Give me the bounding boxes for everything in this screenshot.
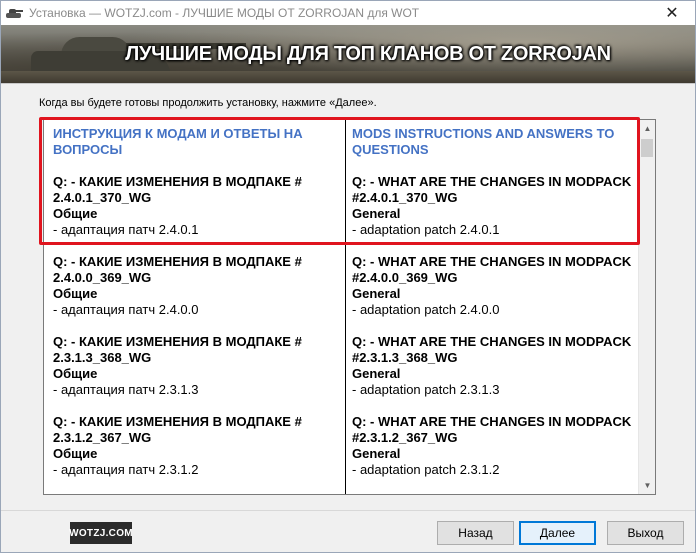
highlight-frame xyxy=(39,117,640,245)
list-item: Q: - WHAT ARE THE CHANGES IN MODPACK #2.… xyxy=(352,414,640,478)
footer-divider xyxy=(1,510,695,511)
category: Общие xyxy=(53,286,98,301)
installer-window: Установка — WOTZJ.com - ЛУЧШИЕ МОДЫ ОТ Z… xyxy=(0,0,696,553)
tank-icon xyxy=(5,6,23,20)
title-bar[interactable]: Установка — WOTZJ.com - ЛУЧШИЕ МОДЫ ОТ Z… xyxy=(1,1,695,25)
change-note: - adaptation patch 2.4.0.0 xyxy=(352,302,500,317)
chevron-down-icon[interactable]: ▼ xyxy=(639,477,655,494)
question: Q: - WHAT ARE THE CHANGES IN MODPACK #2.… xyxy=(352,254,632,285)
header-divider xyxy=(1,83,695,84)
change-note: - adaptation patch 2.3.1.3 xyxy=(352,382,500,397)
change-note: - адаптация патч 2.4.0.0 xyxy=(53,302,199,317)
header-banner: ЛУЧШИЕ МОДЫ ДЛЯ ТОП КЛАНОВ ОТ ZORROJAN xyxy=(1,25,695,83)
window-title: Установка — WOTZJ.com - ЛУЧШИЕ МОДЫ ОТ Z… xyxy=(29,6,420,20)
question: Q: - WHAT ARE THE CHANGES IN MODPACK #2.… xyxy=(352,414,632,445)
scroll-thumb[interactable] xyxy=(641,139,653,157)
vertical-scrollbar[interactable]: ▲ ▼ xyxy=(638,120,655,494)
list-item: Q: - WHAT ARE THE CHANGES IN MODPACK #2.… xyxy=(352,334,640,398)
chevron-up-icon[interactable]: ▲ xyxy=(639,120,655,137)
question: Q: - WHAT ARE THE CHANGES IN MODPACK #2.… xyxy=(352,334,632,365)
list-item: Q: - КАКИЕ ИЗМЕНЕНИЯ В МОДПАКЕ # 2.3.1.2… xyxy=(53,414,345,478)
category: General xyxy=(352,446,401,461)
question: Q: - КАКИЕ ИЗМЕНЕНИЯ В МОДПАКЕ # 2.3.1.3… xyxy=(53,334,302,365)
banner-title: ЛУЧШИЕ МОДЫ ДЛЯ ТОП КЛАНОВ ОТ ZORROJAN xyxy=(125,42,611,65)
category: General xyxy=(352,286,401,301)
list-item: Q: - КАКИЕ ИЗМЕНЕНИЯ В МОДПАКЕ # 2.4.0.0… xyxy=(53,254,345,318)
question: Q: - КАКИЕ ИЗМЕНЕНИЯ В МОДПАКЕ # 2.4.0.0… xyxy=(53,254,302,285)
close-icon: ✕ xyxy=(665,5,679,22)
category: Общие xyxy=(53,366,98,381)
site-logo: WOTZJ.COM xyxy=(69,522,133,544)
list-item: Q: - КАКИЕ ИЗМЕНЕНИЯ В МОДПАКЕ # 2.3.1.3… xyxy=(53,334,345,398)
next-button[interactable]: Далее xyxy=(519,521,596,545)
category: General xyxy=(352,366,401,381)
category: Общие xyxy=(53,446,98,461)
instruction-text: Когда вы будете готовы продолжить устано… xyxy=(39,97,377,109)
change-note: - адаптация патч 2.3.1.2 xyxy=(53,462,199,477)
list-item: Q: - WHAT ARE THE CHANGES IN MODPACK #2.… xyxy=(352,254,640,318)
change-note: - адаптация патч 2.3.1.3 xyxy=(53,382,199,397)
change-note: - adaptation patch 2.3.1.2 xyxy=(352,462,500,477)
close-button[interactable]: ✕ xyxy=(649,1,695,25)
exit-button[interactable]: Выход xyxy=(607,521,684,545)
back-button[interactable]: Назад xyxy=(437,521,514,545)
question: Q: - КАКИЕ ИЗМЕНЕНИЯ В МОДПАКЕ # 2.3.1.2… xyxy=(53,414,302,445)
